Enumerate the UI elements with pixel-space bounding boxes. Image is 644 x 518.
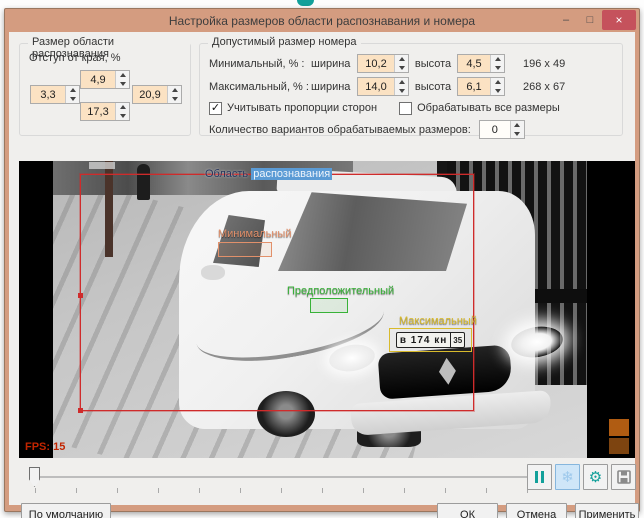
- maximize-button[interactable]: □: [578, 10, 602, 30]
- spinner-arrows-icon[interactable]: [167, 86, 181, 103]
- max-size-row: Максимальный, % : ширина 14,0 высота 6,1: [209, 77, 616, 96]
- dialog-window: Настройка размеров области распознавания…: [4, 8, 640, 512]
- spinner-arrows-icon[interactable]: [490, 78, 504, 95]
- spinner-arrows-icon[interactable]: [510, 121, 524, 138]
- spinner-arrows-icon[interactable]: [490, 55, 504, 72]
- status-square-top: [609, 419, 629, 436]
- snowflake-icon: ❄: [561, 470, 574, 485]
- transport-bar: ❄ ⚙: [19, 462, 635, 496]
- offset-right-spinner[interactable]: 20,9: [132, 85, 182, 104]
- page-background: Настройка размеров области распознавания…: [0, 0, 644, 518]
- max-width-spinner[interactable]: 14,0: [357, 77, 409, 96]
- max-height-spinner[interactable]: 6,1: [457, 77, 505, 96]
- offset-bottom-spinner[interactable]: 17,3: [80, 102, 130, 121]
- estimated-size-box: [310, 298, 348, 313]
- letterbox-left: [19, 161, 53, 458]
- all-sizes-checkbox[interactable]: [399, 102, 412, 115]
- settings-row: Размер области распознавания Отступ от к…: [15, 37, 629, 137]
- resize-handle[interactable]: [78, 293, 83, 298]
- letterbox-right: [587, 161, 635, 458]
- spinner-arrows-icon[interactable]: [394, 78, 408, 95]
- group-title: Допустимый размер номера: [208, 36, 361, 48]
- variants-spinner[interactable]: 0: [479, 120, 525, 139]
- license-plate: в 174 кн 35: [396, 332, 465, 348]
- variants-label: Количество вариантов обрабатываемых разм…: [209, 124, 471, 136]
- cropped-page-decoration: [297, 0, 314, 6]
- settings-button[interactable]: ⚙: [583, 464, 608, 490]
- max-pixel-size: 268 x 67: [523, 81, 565, 93]
- timeline-ticks: [35, 488, 533, 493]
- width-label: ширина: [311, 58, 357, 70]
- dialog-content: Размер области распознавания Отступ от к…: [9, 32, 635, 505]
- offset-label: Отступ от края, %: [29, 52, 121, 64]
- default-button[interactable]: По умолчанию: [21, 503, 111, 518]
- offset-left-spinner[interactable]: 3,3: [30, 85, 80, 104]
- minimal-overlay-label: Минимальный: [218, 228, 291, 240]
- resize-handle[interactable]: [78, 408, 83, 413]
- save-icon: [617, 470, 631, 484]
- apply-button[interactable]: Применить: [575, 503, 639, 518]
- freeze-frame-button[interactable]: ❄: [555, 464, 580, 490]
- min-height-spinner[interactable]: 4,5: [457, 54, 505, 73]
- gear-icon: ⚙: [589, 470, 602, 485]
- proportions-checkbox[interactable]: ✓: [209, 102, 222, 115]
- spinner-arrows-icon[interactable]: [394, 55, 408, 72]
- width-label: ширина: [311, 81, 357, 93]
- plate-size-group: Допустимый размер номера Минимальный, % …: [199, 43, 623, 136]
- height-label: высота: [409, 58, 457, 70]
- min-size-row: Минимальный, % : ширина 10,2 высота 4,5: [209, 54, 616, 73]
- spinner-arrows-icon[interactable]: [65, 86, 79, 103]
- timeline-thumb[interactable]: [29, 467, 40, 487]
- minimize-button[interactable]: –: [554, 10, 578, 30]
- height-label: высота: [409, 81, 457, 93]
- pause-icon: [535, 471, 544, 483]
- video-preview: Область распознавания Минимальный Предпо…: [19, 161, 635, 458]
- spinner-arrows-icon[interactable]: [115, 103, 129, 120]
- titlebar[interactable]: Настройка размеров области распознавания…: [5, 9, 639, 32]
- maximal-size-box: в 174 кн 35: [389, 328, 472, 352]
- recognition-region-rect[interactable]: Область распознавания: [80, 174, 474, 411]
- pause-button[interactable]: [527, 464, 552, 490]
- status-square-bottom: [609, 438, 629, 454]
- camera-osd-mark: [89, 162, 115, 169]
- window-title: Настройка размеров области распознавания…: [169, 14, 475, 28]
- offset-top-spinner[interactable]: 4,9: [80, 70, 130, 89]
- min-pixel-size: 196 x 49: [523, 58, 565, 70]
- footer-bar: По умолчанию ОК Отмена Применить: [19, 500, 625, 518]
- ok-button[interactable]: ОК: [437, 503, 498, 518]
- maximal-overlay-label: Максимальный: [399, 315, 477, 327]
- spinner-arrows-icon[interactable]: [115, 71, 129, 88]
- recognition-area-label: Область распознавания: [205, 168, 332, 180]
- close-button[interactable]: ×: [602, 10, 636, 30]
- recognition-area-group: Размер области распознавания Отступ от к…: [19, 43, 191, 136]
- estimated-overlay-label: Предположительный: [287, 285, 394, 297]
- timeline-track[interactable]: [33, 476, 533, 478]
- minimal-size-box: [218, 242, 272, 257]
- min-width-spinner[interactable]: 10,2: [357, 54, 409, 73]
- cancel-button[interactable]: Отмена: [506, 503, 567, 518]
- min-label: Минимальный, % :: [209, 58, 311, 70]
- save-frame-button[interactable]: [611, 464, 636, 490]
- all-sizes-checkbox-label: Обрабатывать все размеры: [417, 102, 560, 114]
- max-label: Максимальный, % :: [209, 81, 311, 93]
- proportions-checkbox-label: Учитывать пропорции сторон: [227, 102, 377, 114]
- fps-counter: FPS: 15: [25, 441, 65, 453]
